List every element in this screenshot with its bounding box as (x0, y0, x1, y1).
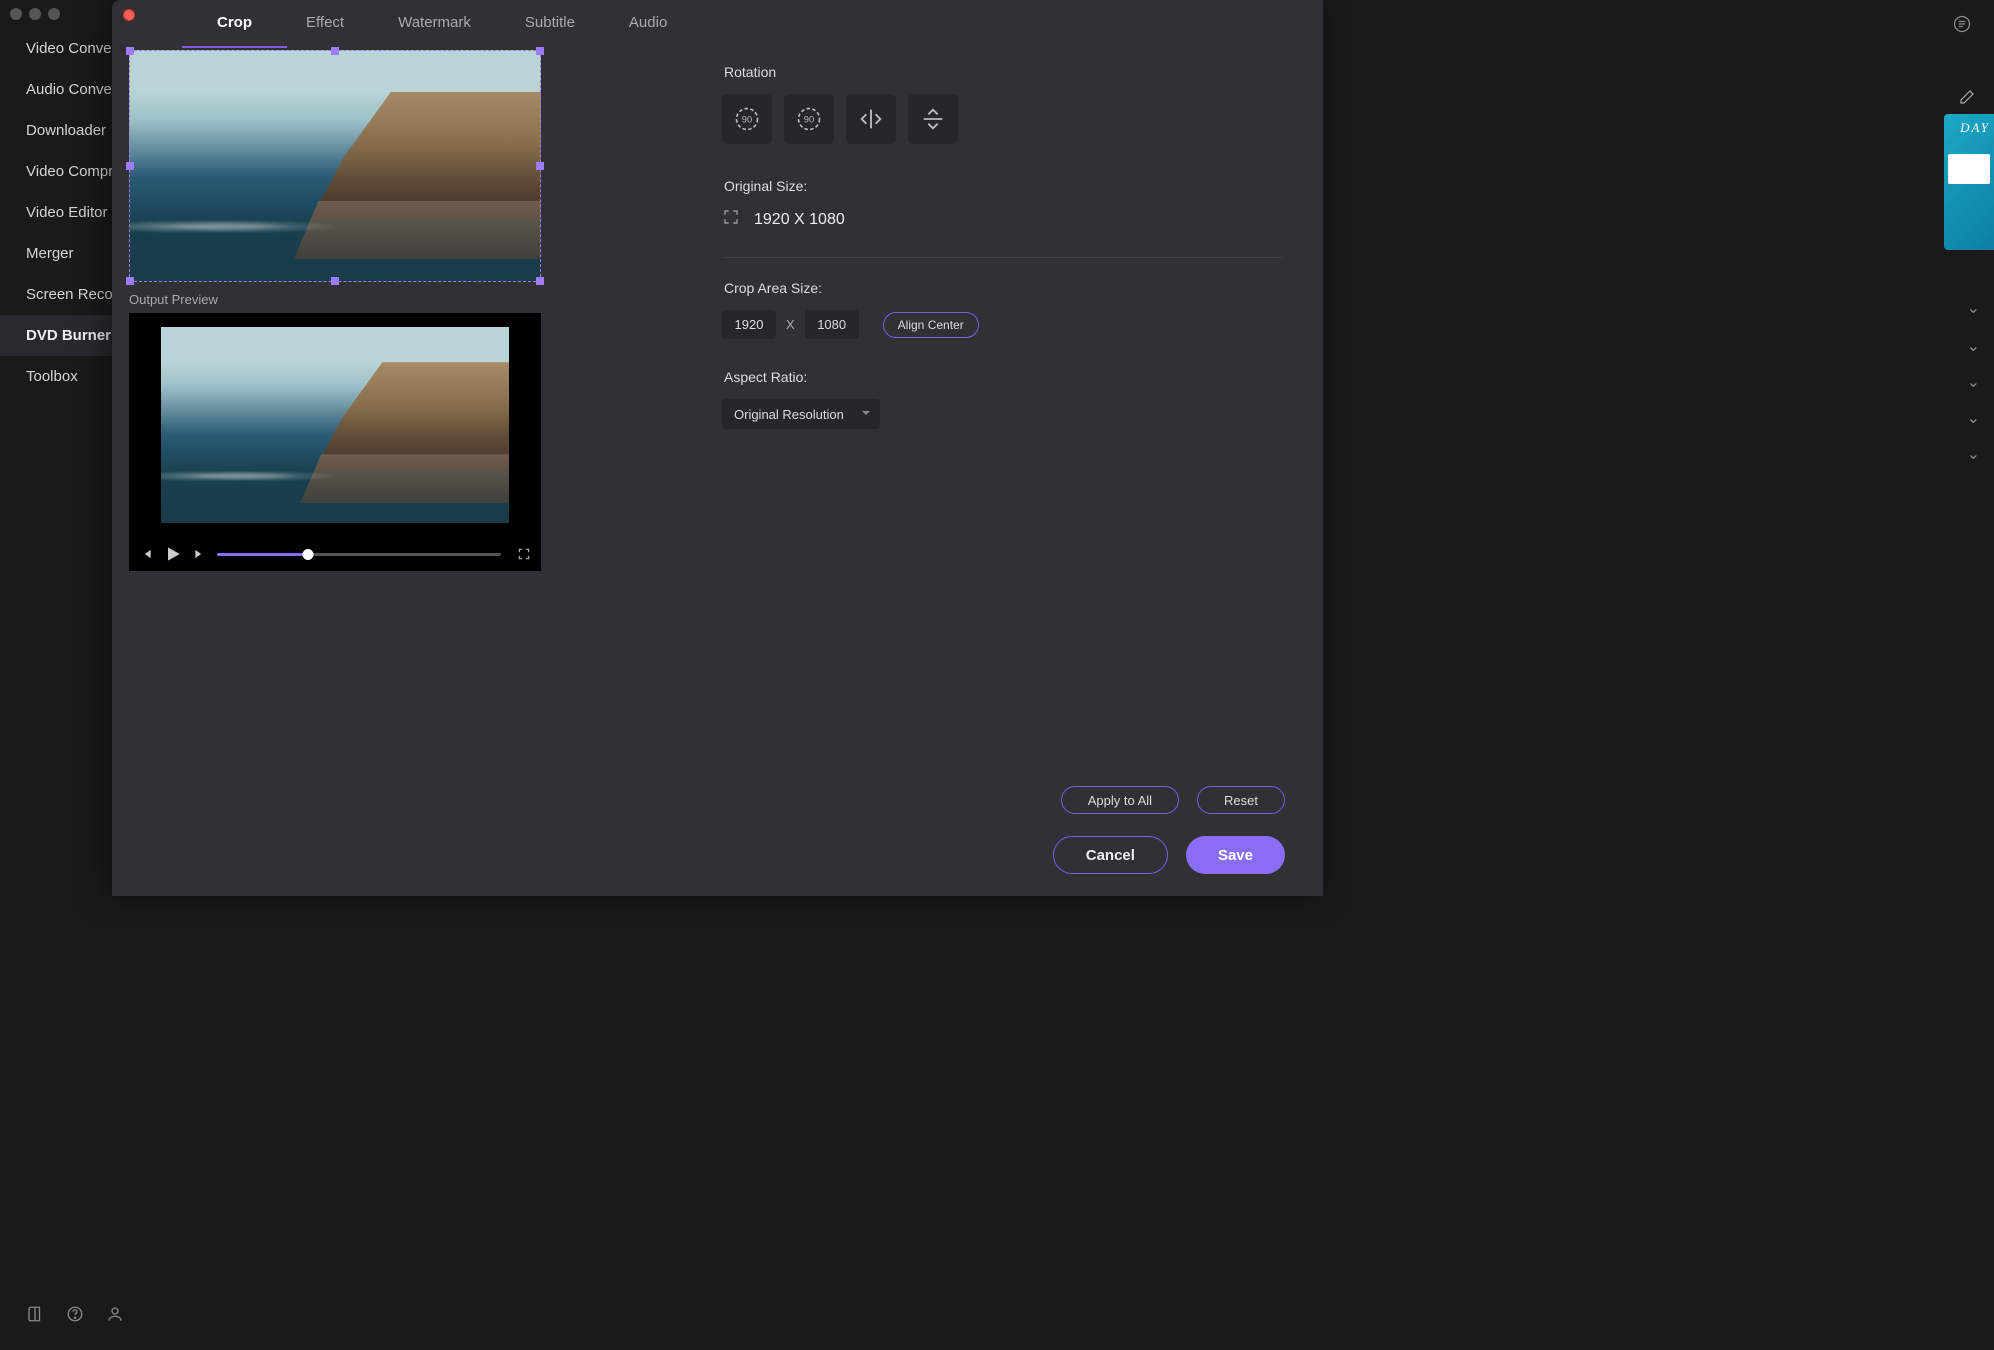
promo-thumb (1948, 154, 1990, 184)
tab-audio[interactable]: Audio (629, 14, 667, 37)
svg-text:90: 90 (804, 115, 814, 125)
user-icon[interactable] (106, 1305, 124, 1328)
original-size-label: Original Size: (724, 178, 1283, 194)
crop-handle-tm[interactable] (331, 47, 339, 55)
output-preview-label: Output Preview (129, 292, 682, 307)
timeline-thumb[interactable] (302, 549, 313, 560)
crop-preview[interactable] (129, 50, 541, 282)
crop-handle-mr[interactable] (536, 162, 544, 170)
divider (722, 257, 1283, 258)
play-button[interactable] (163, 544, 183, 564)
editor-tabs: Crop Effect Watermark Subtitle Audio (112, 0, 1323, 50)
modal-close-light[interactable] (123, 9, 135, 21)
edit-icon (1958, 88, 1976, 111)
bottom-icons (26, 1305, 124, 1328)
crop-height-input[interactable] (805, 310, 859, 339)
crop-handle-ml[interactable] (126, 162, 134, 170)
fullscreen-button[interactable] (517, 547, 531, 561)
traffic-lights (10, 8, 60, 20)
next-frame-button[interactable] (193, 547, 207, 561)
dimension-separator: X (786, 317, 795, 332)
rotate-cw-button[interactable]: 90 (784, 94, 834, 144)
prev-frame-button[interactable] (139, 547, 153, 561)
chevron-down-icon: ⌄ (1967, 372, 1980, 392)
timeline-fill (217, 553, 308, 556)
output-frame (161, 327, 509, 523)
close-light[interactable] (10, 8, 22, 20)
rotate-ccw-button[interactable]: 90 (722, 94, 772, 144)
background-peek: DAY ⌄ ⌄ ⌄ ⌄ ⌄ (1936, 0, 1994, 1350)
svg-text:90: 90 (742, 115, 752, 125)
crop-handle-br[interactable] (536, 277, 544, 285)
flip-horizontal-button[interactable] (846, 94, 896, 144)
chevron-down-icon: ⌄ (1967, 444, 1980, 464)
chevron-down-icon: ⌄ (1967, 336, 1980, 356)
promo-card: DAY (1944, 114, 1994, 250)
aspect-ratio-select[interactable]: Original Resolution (722, 399, 880, 429)
comment-icon[interactable] (1952, 14, 1972, 39)
cancel-button[interactable]: Cancel (1053, 836, 1168, 874)
help-icon[interactable] (66, 1305, 84, 1328)
aspect-ratio-value: Original Resolution (734, 407, 844, 422)
crop-handle-tr[interactable] (536, 47, 544, 55)
save-button[interactable]: Save (1186, 836, 1285, 874)
tab-subtitle[interactable]: Subtitle (525, 14, 575, 37)
crop-handle-tl[interactable] (126, 47, 134, 55)
reset-button[interactable]: Reset (1197, 786, 1285, 814)
crop-handle-bm[interactable] (331, 277, 339, 285)
expand-icon (722, 208, 740, 231)
output-preview (129, 313, 541, 571)
minimize-light[interactable] (29, 8, 41, 20)
player-bar (129, 537, 541, 571)
crop-area-label: Crop Area Size: (724, 280, 1283, 296)
crop-modal: Crop Effect Watermark Subtitle Audio (112, 0, 1323, 896)
apply-to-all-button[interactable]: Apply to All (1061, 786, 1179, 814)
chevron-down-icon: ⌄ (1967, 408, 1980, 428)
book-icon[interactable] (26, 1305, 44, 1328)
crop-width-input[interactable] (722, 310, 776, 339)
aspect-ratio-label: Aspect Ratio: (724, 369, 1283, 385)
crop-selection[interactable] (129, 50, 541, 282)
timeline[interactable] (217, 553, 501, 556)
zoom-light[interactable] (48, 8, 60, 20)
tab-crop[interactable]: Crop (217, 14, 252, 37)
promo-text: DAY (1960, 120, 1990, 136)
align-center-button[interactable]: Align Center (883, 312, 979, 338)
rotation-label: Rotation (724, 64, 1283, 80)
crop-handle-bl[interactable] (126, 277, 134, 285)
flip-vertical-button[interactable] (908, 94, 958, 144)
tab-watermark[interactable]: Watermark (398, 14, 471, 37)
chevron-down-icon: ⌄ (1967, 298, 1980, 318)
original-size-value: 1920 X 1080 (754, 211, 845, 229)
tab-effect[interactable]: Effect (306, 14, 344, 37)
